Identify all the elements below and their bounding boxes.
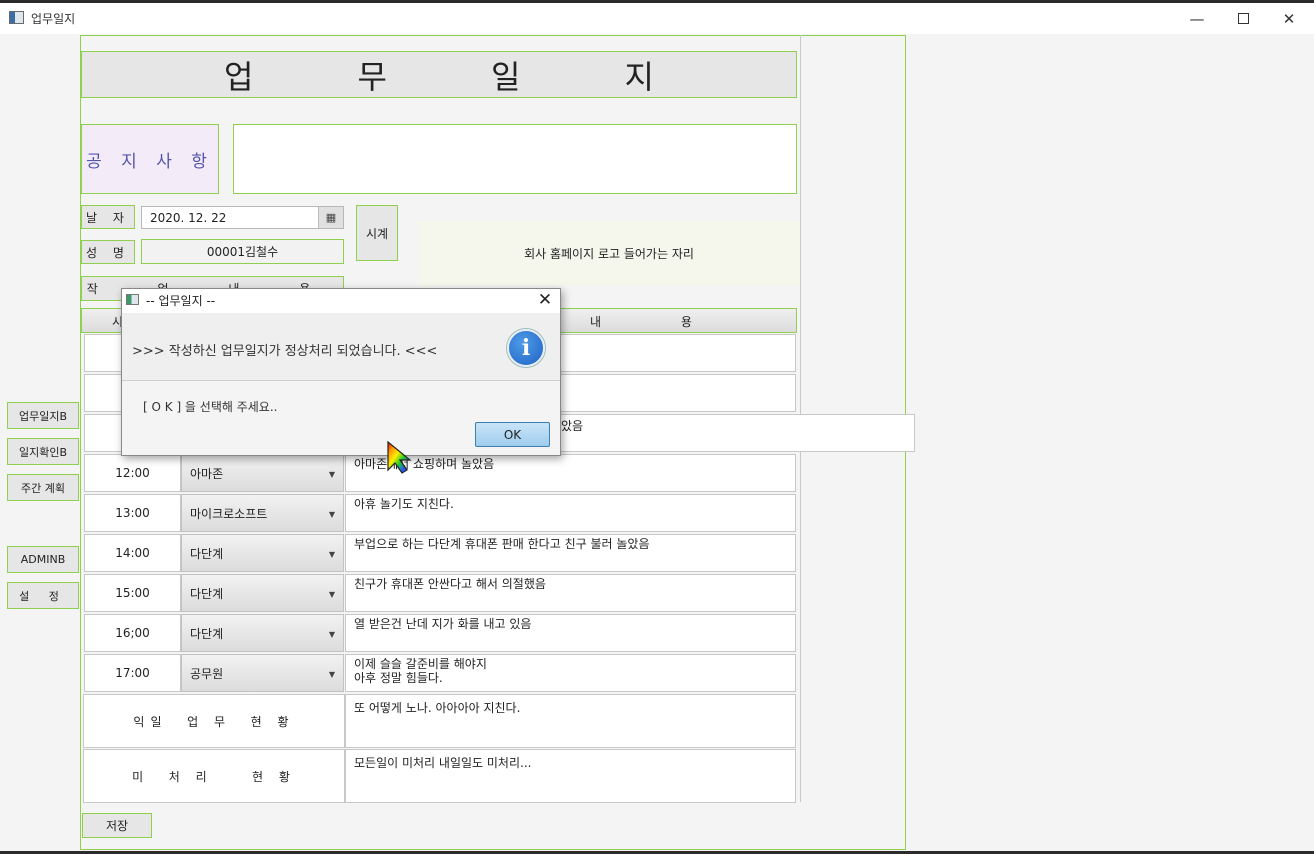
close-icon: ✕ [537, 290, 553, 310]
maximize-button[interactable] [1220, 3, 1266, 34]
name-label: 성 명 [81, 240, 135, 264]
date-picker-field[interactable]: 2020. 12. 22 [141, 206, 344, 229]
minimize-icon: — [1189, 9, 1205, 28]
dialog-close-button[interactable]: ✕ [535, 290, 555, 310]
pending-status-textarea[interactable]: 모든일이 미처리 내일일도 미처리... [345, 749, 796, 803]
sidebar-button-log-check[interactable]: 일지확인B [7, 438, 79, 465]
maximize-icon [1237, 13, 1249, 24]
category-value: 마이크로소프트 [190, 506, 268, 521]
time-cell[interactable]: 15:00 [84, 574, 181, 612]
chevron-down-icon: ▼ [328, 670, 335, 679]
cursor-icon [387, 440, 412, 474]
category-dropdown[interactable]: 아마존 ▼ [181, 454, 344, 492]
chevron-down-icon: ▼ [328, 470, 335, 479]
time-cell[interactable]: 13:00 [84, 494, 181, 532]
page-title: 업 무 일 지 [81, 51, 797, 98]
time-cell[interactable]: 16;00 [84, 614, 181, 652]
content-column-header: 내 용 [590, 315, 730, 329]
work-text-cell[interactable]: 부업으로 하는 다단계 휴대폰 판매 한다고 친구 불러 놀았음 [345, 534, 796, 572]
sidebar-button-weekly-plan[interactable]: 주간 계획 [7, 474, 79, 501]
title-char: 일 [491, 57, 521, 96]
work-text-cell[interactable]: 친구가 휴대폰 안싼다고 해서 의절했음 [345, 574, 796, 612]
work-text-cell[interactable]: 열 받은건 난데 지가 화를 내고 있음 [345, 614, 796, 652]
date-label: 날 자 [81, 205, 135, 229]
dialog-app-icon [126, 294, 139, 305]
chevron-down-icon: ▼ [328, 590, 335, 599]
pending-status-label: 미 처 리 현 황 [83, 749, 345, 803]
time-cell[interactable]: 14:00 [84, 534, 181, 572]
work-text-fragment: 았음 [561, 419, 584, 433]
category-dropdown[interactable]: 공무원 ▼ [181, 654, 344, 692]
calendar-icon: ▦ [325, 211, 337, 224]
work-text-cell[interactable]: 이제 슬슬 갈준비를 해야지 아후 정말 힘들다. [345, 654, 796, 692]
notice-label: 공 지 사 항 [81, 124, 219, 194]
window-title: 업무일지 [31, 12, 76, 26]
title-bar [0, 3, 1314, 34]
app-icon [9, 11, 24, 24]
category-value: 다단계 [190, 626, 224, 641]
calendar-button[interactable]: ▦ [318, 207, 343, 228]
category-value: 공무원 [190, 666, 224, 681]
close-icon: ✕ [1282, 9, 1296, 28]
title-char: 무 [357, 57, 387, 96]
logo-placeholder: 회사 홈페이지 로고 들어가는 자리 [418, 221, 800, 286]
clock-button[interactable]: 시계 [356, 205, 398, 261]
sidebar-button-work-log[interactable]: 업무일지B [7, 402, 79, 429]
tomorrow-status-textarea[interactable]: 또 어떻게 노나. 아아아아 지친다. [345, 694, 796, 748]
category-value: 아마존 [190, 466, 224, 481]
chevron-down-icon: ▼ [328, 630, 335, 639]
work-text-cell[interactable]: 아휴 놀기도 지친다. [345, 494, 796, 532]
dialog-title: -- 업무일지 -- [146, 294, 216, 308]
title-char: 지 [624, 57, 654, 96]
time-cell[interactable]: 12:00 [84, 454, 181, 492]
category-dropdown[interactable]: 다단계 ▼ [181, 574, 344, 612]
tomorrow-status-label: 익일 업 무 현 황 [83, 694, 345, 748]
close-button[interactable]: ✕ [1266, 3, 1312, 34]
category-value: 다단계 [190, 586, 224, 601]
ok-button[interactable]: OK [475, 422, 550, 447]
category-dropdown[interactable]: 다단계 ▼ [181, 534, 344, 572]
dialog-instruction: [ O K ] 을 선택해 주세요.. [143, 400, 278, 414]
category-dropdown[interactable]: 다단계 ▼ [181, 614, 344, 652]
chevron-down-icon: ▼ [328, 550, 335, 559]
chevron-down-icon: ▼ [328, 510, 335, 519]
minimize-button[interactable]: — [1174, 3, 1220, 34]
info-icon: i [507, 329, 545, 367]
name-field: 00001김철수 [141, 239, 344, 264]
sidebar-button-settings[interactable]: 설 정 [7, 582, 79, 609]
category-dropdown[interactable]: 마이크로소프트 ▼ [181, 494, 344, 532]
sidebar-button-admin[interactable]: ADMINB [7, 546, 79, 573]
save-button[interactable]: 저장 [82, 813, 152, 838]
title-char: 업 [224, 57, 254, 96]
time-cell[interactable]: 17:00 [84, 654, 181, 692]
notice-textarea[interactable] [233, 124, 797, 194]
category-value: 다단계 [190, 546, 224, 561]
dialog-message: >>> 작성하신 업무일지가 정상처리 되었습니다. <<< [132, 344, 438, 359]
